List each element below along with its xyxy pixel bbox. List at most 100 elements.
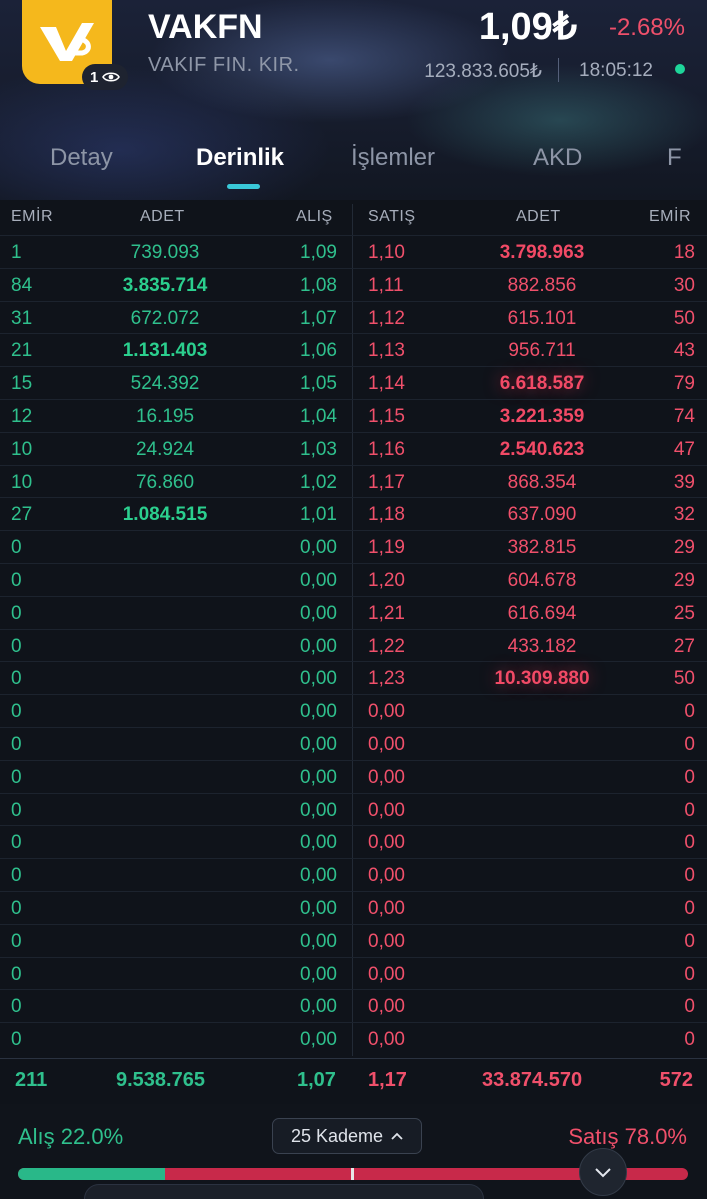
alis-price: 0,00 xyxy=(300,1029,337,1051)
alis-percentage: Alış 22.0% xyxy=(18,1124,124,1149)
depth-row[interactable]: 0 0,00 0,00 0 xyxy=(0,759,707,793)
adet-sell: 604.678 xyxy=(507,570,577,591)
satis-price: 1,20 xyxy=(368,570,405,591)
tab-akd[interactable]: AKD xyxy=(533,144,582,172)
emir-buy: 27 xyxy=(11,504,33,526)
kademe-selector[interactable]: 25 Kademe xyxy=(272,1118,422,1154)
depth-row[interactable]: 0 0,00 1,19 382.815 29 xyxy=(0,530,707,563)
emir-buy: 0 xyxy=(11,635,22,657)
alis-price: 1,04 xyxy=(300,406,337,427)
buy-ratio-fill xyxy=(18,1168,166,1180)
depth-row[interactable]: 0 0,00 0,00 0 xyxy=(0,989,707,1022)
depth-row[interactable]: 10 24.924 1,03 1,16 2.540.623 47 xyxy=(0,431,707,465)
chevron-down-icon xyxy=(595,1167,611,1177)
total-avg-satis: 1,17 xyxy=(368,1069,407,1091)
emir-buy: 31 xyxy=(11,307,33,329)
depth-row[interactable]: 0 0,00 0,00 0 xyxy=(0,858,707,891)
depth-row[interactable]: 0 0,00 1,22 433.182 27 xyxy=(0,628,707,662)
satis-percentage: Satış 78.0% xyxy=(568,1124,687,1149)
emir-sell: 50 xyxy=(673,307,695,329)
bottom-nav-pill[interactable] xyxy=(84,1184,484,1199)
company-name: VAKIF FIN. KIR. xyxy=(148,54,300,76)
header-alis: ALIŞ xyxy=(296,208,333,225)
depth-row[interactable]: 10 76.860 1,02 1,17 868.354 39 xyxy=(0,464,707,498)
watch-count-badge[interactable]: 1 xyxy=(82,64,129,90)
emir-buy: 12 xyxy=(11,406,33,427)
depth-row[interactable]: 27 1.084.515 1,01 1,18 637.090 32 xyxy=(0,497,707,530)
alis-price: 0,00 xyxy=(300,734,337,755)
depth-row[interactable]: 1 739.093 1,09 1,10 3.798.963 18 xyxy=(0,235,707,268)
depth-row[interactable]: 12 16.195 1,04 1,15 3.221.359 74 xyxy=(0,399,707,432)
emir-buy: 0 xyxy=(11,668,22,690)
chevron-up-icon xyxy=(391,1132,403,1140)
alis-price: 0,00 xyxy=(300,930,337,952)
total-emir-buy: 211 xyxy=(15,1069,48,1091)
live-status-dot xyxy=(675,64,685,74)
header-adet-sell: ADET xyxy=(516,208,561,225)
emir-sell: 29 xyxy=(673,570,695,591)
satis-price: 0,00 xyxy=(368,865,405,887)
tab-islemler[interactable]: İşlemler xyxy=(351,144,435,172)
adet-buy: 3.835.714 xyxy=(122,274,208,296)
emir-buy: 0 xyxy=(11,537,22,559)
satis-price: 1,18 xyxy=(368,504,405,526)
satis-price: 1,14 xyxy=(368,373,405,395)
total-adet-buy: 9.538.765 xyxy=(116,1069,205,1091)
satis-price: 1,12 xyxy=(368,307,405,329)
depth-row[interactable]: 0 0,00 0,00 0 xyxy=(0,1022,707,1055)
depth-row[interactable]: 0 0,00 0,00 0 xyxy=(0,792,707,826)
header-emir-buy: EMİR xyxy=(11,208,53,225)
price-change: -2.68% xyxy=(608,14,685,41)
depth-row[interactable]: 0 0,00 0,00 0 xyxy=(0,956,707,990)
emir-buy: 0 xyxy=(11,766,22,788)
depth-row[interactable]: 0 0,00 0,00 0 xyxy=(0,825,707,858)
header-emir-sell: EMİR xyxy=(649,208,691,225)
satis-price: 0,00 xyxy=(368,766,405,788)
emir-sell: 25 xyxy=(673,602,695,624)
depth-row[interactable]: 0 0,00 1,23 10.309.880 50 xyxy=(0,661,707,694)
total-emir-sell: 572 xyxy=(659,1069,693,1091)
tab-more[interactable]: F xyxy=(667,144,682,172)
alis-price: 0,00 xyxy=(300,865,337,887)
emir-buy: 0 xyxy=(11,963,22,985)
alis-price: 0,00 xyxy=(300,668,337,690)
alis-price: 1,03 xyxy=(300,438,337,460)
emir-sell: 29 xyxy=(673,537,695,559)
depth-row[interactable]: 21 1.131.403 1,06 1,13 956.711 43 xyxy=(0,333,707,366)
emir-sell: 32 xyxy=(673,504,695,526)
emir-sell: 0 xyxy=(684,996,695,1018)
depth-row[interactable]: 0 0,00 0,00 0 xyxy=(0,694,707,727)
emir-buy: 1 xyxy=(11,242,22,263)
emir-buy: 0 xyxy=(11,1029,22,1051)
depth-row[interactable]: 15 524.392 1,05 1,14 6.618.587 79 xyxy=(0,366,707,399)
depth-row[interactable]: 0 0,00 0,00 0 xyxy=(0,727,707,760)
adet-sell: 868.354 xyxy=(507,471,577,493)
depth-row[interactable]: 84 3.835.714 1,08 1,11 882.856 30 xyxy=(0,267,707,301)
header-satis: SATIŞ xyxy=(368,208,416,225)
tab-detay[interactable]: Detay xyxy=(50,144,113,172)
depth-row[interactable]: 0 0,00 0,00 0 xyxy=(0,891,707,924)
scroll-down-button[interactable] xyxy=(579,1148,627,1196)
adet-buy: 76.860 xyxy=(135,471,195,493)
satis-price: 0,00 xyxy=(368,734,405,755)
satis-price: 1,21 xyxy=(368,602,405,624)
satis-price: 0,00 xyxy=(368,930,405,952)
depth-row[interactable]: 31 672.072 1,07 1,12 615.101 50 xyxy=(0,300,707,334)
emir-buy: 0 xyxy=(11,570,22,591)
emir-sell: 79 xyxy=(673,373,695,395)
depth-row[interactable]: 0 0,00 1,20 604.678 29 xyxy=(0,563,707,596)
depth-row[interactable]: 0 0,00 1,21 616.694 25 xyxy=(0,595,707,629)
last-update-time: 18:05:12 xyxy=(579,60,653,81)
satis-price: 0,00 xyxy=(368,799,405,821)
alis-price: 0,00 xyxy=(300,537,337,559)
tab-derinlik[interactable]: Derinlik xyxy=(196,144,284,172)
emir-buy: 84 xyxy=(11,274,33,296)
alis-price: 0,00 xyxy=(300,996,337,1018)
watch-count: 1 xyxy=(90,68,99,86)
adet-buy: 739.093 xyxy=(130,242,200,263)
adet-buy: 1.084.515 xyxy=(122,504,208,526)
alis-price: 0,00 xyxy=(300,766,337,788)
depth-row[interactable]: 0 0,00 0,00 0 xyxy=(0,923,707,957)
ticker-symbol: VAKFN xyxy=(148,8,263,46)
alis-price: 0,00 xyxy=(300,898,337,919)
